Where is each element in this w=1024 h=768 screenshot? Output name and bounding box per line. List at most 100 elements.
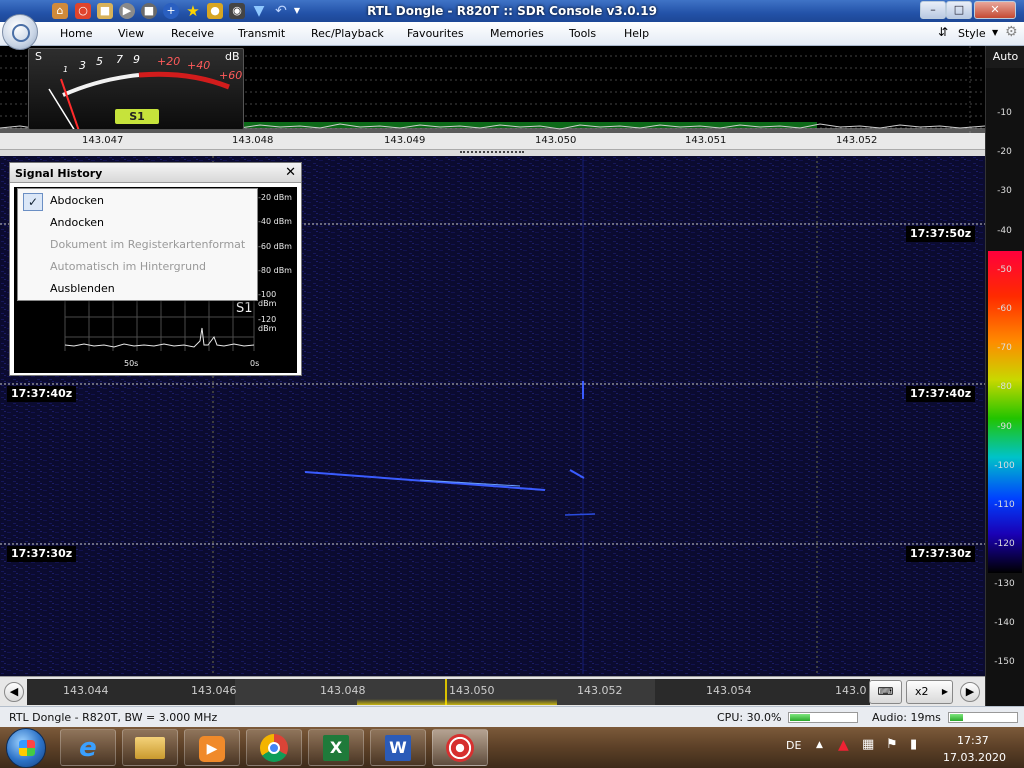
language-indicator[interactable]: DE <box>786 739 801 752</box>
style-sort-icon[interactable]: ⇵ <box>938 25 948 39</box>
menu-item-label: Abdocken <box>50 194 104 207</box>
menu-tools[interactable]: Tools <box>569 27 596 40</box>
start-button[interactable] <box>6 728 46 768</box>
chrome-icon[interactable] <box>246 729 302 766</box>
windows-logo-icon <box>19 740 35 756</box>
scale-label: -60 <box>997 304 1012 314</box>
maximize-icon[interactable]: □ <box>946 1 972 19</box>
s-meter-db-label: dB <box>225 50 240 63</box>
s-meter-reading: S1 <box>115 109 159 124</box>
cpu-usage: CPU: 30.0% <box>717 711 782 724</box>
menu-view[interactable]: View <box>118 27 144 40</box>
media-player-icon[interactable]: ▶ <box>184 729 240 766</box>
clock-date[interactable]: 17.03.2020 <box>943 751 1006 764</box>
minimize-icon[interactable]: – <box>920 1 946 19</box>
menu-item-label: Ausblenden <box>50 282 115 295</box>
signal-history-dbm-label: -80 dBm <box>258 266 292 275</box>
style-menu[interactable]: Style <box>958 27 986 40</box>
show-hidden-icons-icon[interactable]: ▲ <box>816 740 823 750</box>
s-meter-s-label: S <box>35 50 42 63</box>
cpu-meter-fill <box>790 714 810 721</box>
scale-label: -140 <box>994 618 1015 628</box>
scroll-left-icon[interactable]: ◀ <box>4 682 24 702</box>
status-bar: RTL Dongle - R820T, BW = 3.000 MHz CPU: … <box>0 706 1024 727</box>
level-scale[interactable]: Auto -10 -20 -30 -40 -50 -60 -70 -80 -90… <box>985 46 1024 706</box>
keyboard-icon[interactable]: ⌨ <box>869 680 902 704</box>
s-meter-scale-3: 3 <box>79 59 86 72</box>
panel-context-menu: ✓ Abdocken Andocken Dokument im Register… <box>17 188 258 301</box>
signal-history-dbm-label: -20 dBm <box>258 193 292 202</box>
close-icon[interactable]: ✕ <box>974 1 1016 19</box>
signal-history-dbm-label: -120 dBm <box>258 315 277 333</box>
scale-label: -120 <box>994 539 1015 549</box>
scroll-right-icon[interactable]: ▶ <box>960 682 980 702</box>
cpu-meter <box>788 712 858 723</box>
menu-rec-playback[interactable]: Rec/Playback <box>311 27 384 40</box>
device-tray-icon[interactable]: ▦ <box>862 737 874 752</box>
signal-history-reading: S1 <box>236 301 253 316</box>
scale-label: -80 <box>997 382 1012 392</box>
spectrum-tick: 143.047 <box>82 135 124 146</box>
menu-transmit[interactable]: Transmit <box>238 27 285 40</box>
waterfall-timestamp-right: 17:37:30z <box>906 546 976 562</box>
menu-item-auto-hide: Automatisch im Hintergrund <box>19 256 256 278</box>
network-signal-icon[interactable]: ▮ <box>910 737 917 752</box>
style-dropdown-icon[interactable]: ▼ <box>992 28 998 37</box>
scale-label: -30 <box>997 186 1012 196</box>
spectrum-tick: 143.052 <box>836 135 878 146</box>
signal-history-header[interactable]: Signal History ✕ <box>10 163 301 183</box>
frequency-band-scroll[interactable]: 143.044 143.046 143.048 143.050 143.052 … <box>27 679 870 705</box>
word-icon[interactable]: W <box>370 729 426 766</box>
waterfall-timestamp-left: 17:37:30z <box>7 546 77 562</box>
signal-history-dbm-label: -100 dBm <box>258 290 277 308</box>
action-center-flag-icon[interactable]: ⚑ <box>886 737 898 752</box>
window-title: RTL Dongle - R820T :: SDR Console v3.0.1… <box>367 4 657 18</box>
spectrum-tick: 143.051 <box>685 135 727 146</box>
menu-item-abdocken[interactable]: ✓ Abdocken <box>19 190 256 212</box>
tuning-freq-label: 143.0 <box>835 684 867 697</box>
clock-time[interactable]: 17:37 <box>957 734 989 747</box>
title-bar: ⌂ ○ ■ ▶ ■ + ★ ● ◉ ▼ ↶ ▼ RTL Dongle - R82… <box>0 0 1024 22</box>
settings-gear-icon[interactable]: ⚙ <box>1005 24 1018 40</box>
zoom-selector[interactable]: x2 ▶ <box>906 680 953 704</box>
scale-auto-button[interactable]: Auto <box>986 46 1024 68</box>
s-meter-scale-plus40: +40 <box>187 59 211 72</box>
menu-favourites[interactable]: Favourites <box>407 27 464 40</box>
menu-receive[interactable]: Receive <box>171 27 214 40</box>
zoom-arrow-icon: ▶ <box>941 687 948 696</box>
menu-item-label: Dokument im Registerkartenformat <box>50 238 246 251</box>
s-meter-scale-plus20: +20 <box>157 55 181 68</box>
menu-item-andocken[interactable]: Andocken <box>19 212 256 234</box>
spectrum-tick: 143.048 <box>232 135 274 146</box>
signal-history-title: Signal History <box>15 167 103 180</box>
zoom-label: x2 <box>915 685 929 698</box>
menu-item-label: Andocken <box>50 216 104 229</box>
menu-home[interactable]: Home <box>60 27 92 40</box>
sdr-console-icon[interactable] <box>432 729 488 766</box>
tuning-freq-label: 143.044 <box>63 684 109 697</box>
scale-label: -100 <box>994 461 1015 471</box>
excel-icon[interactable]: X <box>308 729 364 766</box>
scale-label: -50 <box>997 265 1012 275</box>
audio-latency: Audio: 19ms <box>872 711 941 724</box>
antivirus-icon[interactable]: ▲ <box>838 737 849 753</box>
spectrum-tick: 143.049 <box>384 135 426 146</box>
s-meter-scale-9: 9 <box>133 53 140 66</box>
audio-meter <box>948 712 1018 723</box>
application-menu-button[interactable] <box>2 14 38 50</box>
signal-history-dbm-label: -40 dBm <box>258 217 292 226</box>
spectrum-tick: 143.050 <box>535 135 577 146</box>
waterfall-colour-scale <box>988 251 1022 573</box>
file-explorer-icon[interactable] <box>122 729 178 766</box>
tuning-bar: ◀ 143.044 143.046 143.048 143.050 143.05… <box>0 676 985 706</box>
s-meter-scale-7: 7 <box>116 53 123 66</box>
tuning-freq-label: 143.048 <box>320 684 366 697</box>
internet-explorer-icon[interactable]: e <box>60 729 116 766</box>
scale-label: -110 <box>994 500 1015 510</box>
menu-memories[interactable]: Memories <box>490 27 544 40</box>
menu-item-ausblenden[interactable]: Ausblenden <box>19 278 256 300</box>
signal-history-time-label: 50s <box>124 359 139 368</box>
close-icon[interactable]: ✕ <box>285 165 296 180</box>
tuning-freq-label: 143.054 <box>706 684 752 697</box>
menu-help[interactable]: Help <box>624 27 649 40</box>
